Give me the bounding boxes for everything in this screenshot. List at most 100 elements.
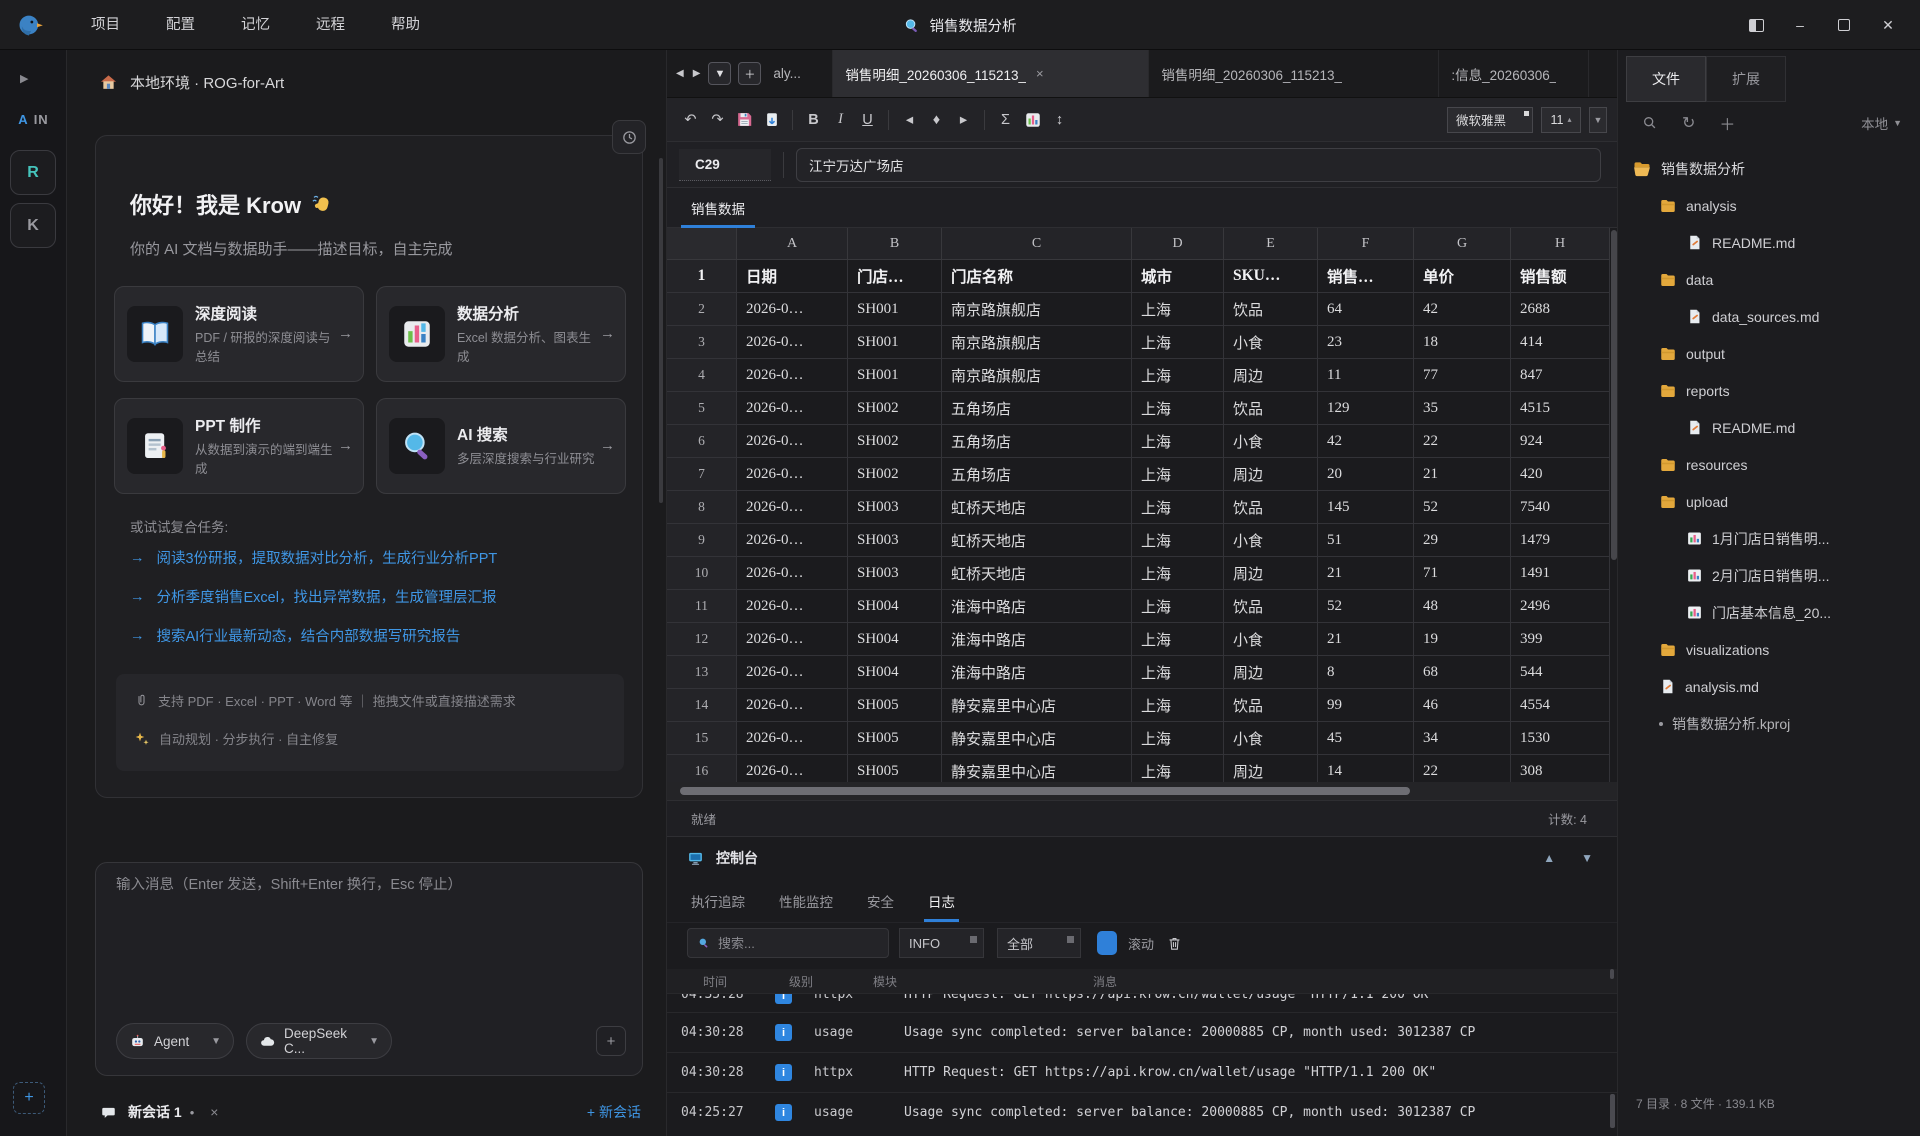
sheet-cell[interactable]: 五角场店 [942,425,1132,458]
row-number[interactable]: 9 [667,524,737,557]
tab-scroll-right-icon[interactable]: ▶ [692,68,702,79]
sheet-cell[interactable]: 2026-0… [737,722,848,755]
model-dropdown[interactable]: DeepSeek C... ▼ [246,1023,392,1059]
add-file-icon[interactable]: ＋ [1719,111,1735,135]
row-number[interactable]: 12 [667,623,737,656]
sheet-cell[interactable]: 29 [1414,524,1511,557]
file-tree-item[interactable]: 2月门店日销售明... [1618,557,1920,594]
row-number[interactable]: 11 [667,590,737,623]
row-number[interactable]: 4 [667,359,737,392]
sheet-cell[interactable]: 7540 [1511,491,1610,524]
expand-arrow-icon[interactable]: ▶ [20,72,28,85]
column-header[interactable]: B [848,228,942,260]
maximize-button[interactable] [1822,0,1866,50]
file-tree-item[interactable]: reports [1618,372,1920,409]
column-header[interactable]: G [1414,228,1511,260]
feature-card[interactable]: 深度阅读 PDF / 研报的深度阅读与总结 → [114,286,364,382]
file-tree-item[interactable]: output [1618,335,1920,372]
clear-logs-icon[interactable] [1166,935,1183,952]
refresh-icon[interactable]: ↻ [1682,113,1695,133]
sheet-cell[interactable]: 399 [1511,623,1610,656]
sheet-cell[interactable]: 20 [1318,458,1414,491]
menubar-item[interactable]: 记忆 [218,0,293,50]
feature-card[interactable]: 数据分析 Excel 数据分析、图表生成 → [376,286,626,382]
file-tree-item[interactable]: 1月门店日销售明... [1618,520,1920,557]
sum-button[interactable]: Σ [992,106,1019,133]
sheet-cell[interactable]: SH005 [848,722,942,755]
sheet-cell[interactable]: 64 [1318,293,1414,326]
sheet-cell[interactable]: 淮海中路店 [942,623,1132,656]
sheet-cell[interactable]: SH002 [848,392,942,425]
log-search-input[interactable] [718,936,894,951]
file-tree-item[interactable]: resources [1618,446,1920,483]
sheet-cell[interactable]: 上海 [1132,458,1224,491]
feature-card[interactable]: PPT 制作 从数据到演示的端到端生成 → [114,398,364,494]
editor-tab[interactable]: 销售明细_20260306_115213_ [1149,50,1439,97]
align-right-button[interactable]: ▸ [950,106,977,133]
console-expand-button[interactable]: ▲ [1543,851,1555,865]
chat-scrollbar[interactable] [659,158,663,503]
sheet-cell[interactable]: 2026-0… [737,392,848,425]
row-number[interactable]: 13 [667,656,737,689]
font-family-select[interactable]: 微软雅黑 [1447,107,1533,133]
row-number[interactable]: 5 [667,392,737,425]
sheet-cell[interactable]: 周边 [1224,755,1318,782]
sheet-cell[interactable]: 23 [1318,326,1414,359]
console-tab[interactable]: 执行追踪 [691,879,745,922]
task-link[interactable]: → 分析季度销售Excel，找出异常数据，生成管理层汇报 [130,577,620,616]
sheet-cell[interactable]: 22 [1414,425,1511,458]
history-button[interactable] [612,120,646,154]
align-left-button[interactable]: ◂ [896,106,923,133]
file-tree-item[interactable]: visualizations [1618,631,1920,668]
sheet-cell[interactable]: SH005 [848,689,942,722]
sheet-cell[interactable]: SH004 [848,623,942,656]
menubar-item[interactable]: 项目 [68,0,143,50]
insert-chart-button[interactable] [1019,106,1046,133]
sheet-cell[interactable]: 饮品 [1224,392,1318,425]
sheet-cell[interactable]: 淮海中路店 [942,656,1132,689]
sheet-cell[interactable]: 42 [1414,293,1511,326]
explorer-tab[interactable]: 扩展 [1706,56,1786,102]
bold-button[interactable]: B [800,106,827,133]
file-tree-item[interactable]: 销售数据分析 [1618,150,1920,187]
sheet-cell[interactable]: 77 [1414,359,1511,392]
file-tree-item[interactable]: data [1618,261,1920,298]
new-session-button[interactable]: + 新会话 [587,1102,641,1122]
sheet-cell[interactable]: 2026-0… [737,491,848,524]
sheet-cell[interactable]: 小食 [1224,524,1318,557]
sheet-cell[interactable]: 饮品 [1224,491,1318,524]
new-tab-button[interactable]: ＋ [738,62,761,85]
sheet-cell[interactable]: 2026-0… [737,425,848,458]
sheet-cell[interactable]: 99 [1318,689,1414,722]
task-link[interactable]: → 阅读3份研报，提取数据对比分析，生成行业分析PPT [130,538,620,577]
sheet-cell[interactable]: 68 [1414,656,1511,689]
sheet-cell[interactable]: 上海 [1132,392,1224,425]
sheet-cell[interactable]: 销售… [1318,260,1414,293]
file-tree-item[interactable]: upload [1618,483,1920,520]
row-number[interactable]: 8 [667,491,737,524]
console-tab[interactable]: 安全 [867,879,894,922]
sheet-cell[interactable]: SH003 [848,491,942,524]
sheet-cell[interactable]: 4515 [1511,392,1610,425]
sheet-cell[interactable]: 小食 [1224,623,1318,656]
font-size-dropdown-icon[interactable]: ▼ [1589,107,1607,133]
sheet-cell[interactable]: SH005 [848,755,942,782]
sheet-cell[interactable]: 18 [1414,326,1511,359]
sheet-cell[interactable]: 11 [1318,359,1414,392]
sheet-cell[interactable]: 销售额 [1511,260,1610,293]
grid-horizontal-scrollbar[interactable] [667,782,1617,800]
sheet-cell[interactable]: 静安嘉里中心店 [942,722,1132,755]
workspace-k-button[interactable]: K [10,203,56,248]
sheet-cell[interactable]: 2026-0… [737,557,848,590]
sheet-cell[interactable]: SH001 [848,293,942,326]
sheet-cell[interactable]: 2026-0… [737,623,848,656]
console-collapse-button[interactable]: ▼ [1581,851,1593,865]
save-button[interactable] [731,106,758,133]
log-scrollbar[interactable] [1610,1094,1615,1128]
search-icon[interactable] [1642,115,1658,131]
sheet-cell[interactable]: 1530 [1511,722,1610,755]
redo-button[interactable]: ↷ [704,106,731,133]
row-number[interactable]: 6 [667,425,737,458]
sheet-cell[interactable]: 21 [1414,458,1511,491]
row-number[interactable]: 14 [667,689,737,722]
